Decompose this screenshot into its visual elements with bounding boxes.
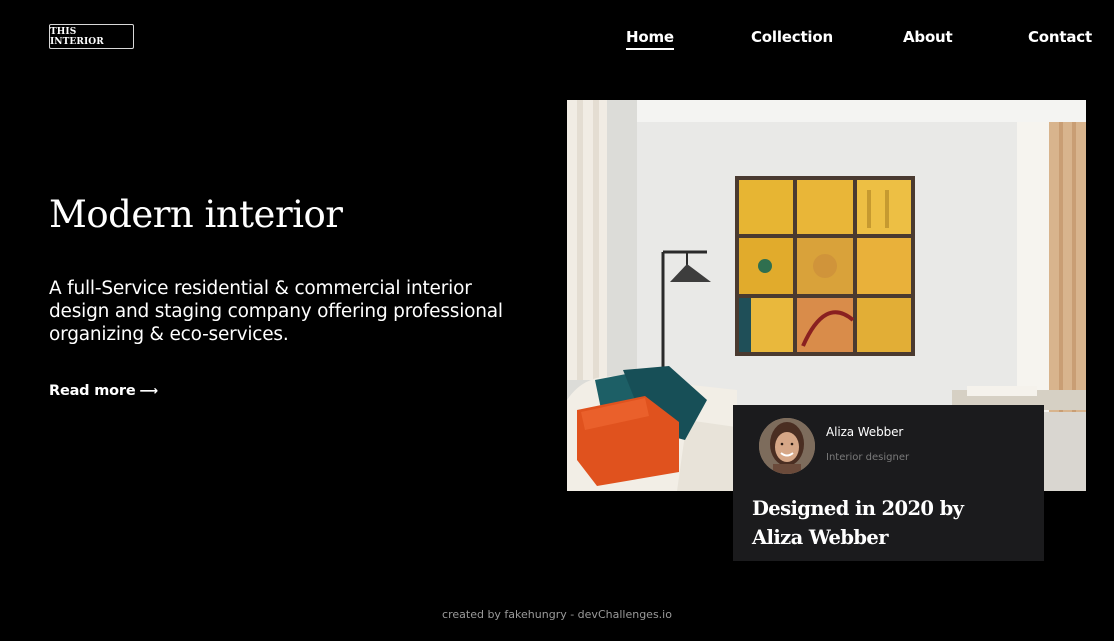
hero-title: Modern interior <box>49 193 343 236</box>
hero-description: A full-Service residential & commercial … <box>49 278 503 345</box>
footer-credit: created by fakehungry - devChallenges.io <box>442 608 672 621</box>
read-more-link[interactable]: Read more ⟶ <box>49 383 158 399</box>
read-more-label: Read more <box>49 383 136 399</box>
avatar <box>759 418 815 474</box>
designer-role: Interior designer <box>826 452 910 463</box>
designer-name: Aliza Webber <box>826 425 904 439</box>
designer-card: Aliza Webber Interior designer Designed … <box>733 405 1044 561</box>
nav-collection[interactable]: Collection <box>751 27 833 47</box>
main-nav: Home Collection About Contact <box>0 27 1114 50</box>
designed-by-text: Designed in 2020 by Aliza Webber <box>752 497 964 549</box>
nav-contact[interactable]: Contact <box>1028 27 1092 47</box>
arrow-right-icon: ⟶ <box>139 383 158 399</box>
nav-home[interactable]: Home <box>626 27 674 50</box>
nav-about[interactable]: About <box>903 27 953 47</box>
